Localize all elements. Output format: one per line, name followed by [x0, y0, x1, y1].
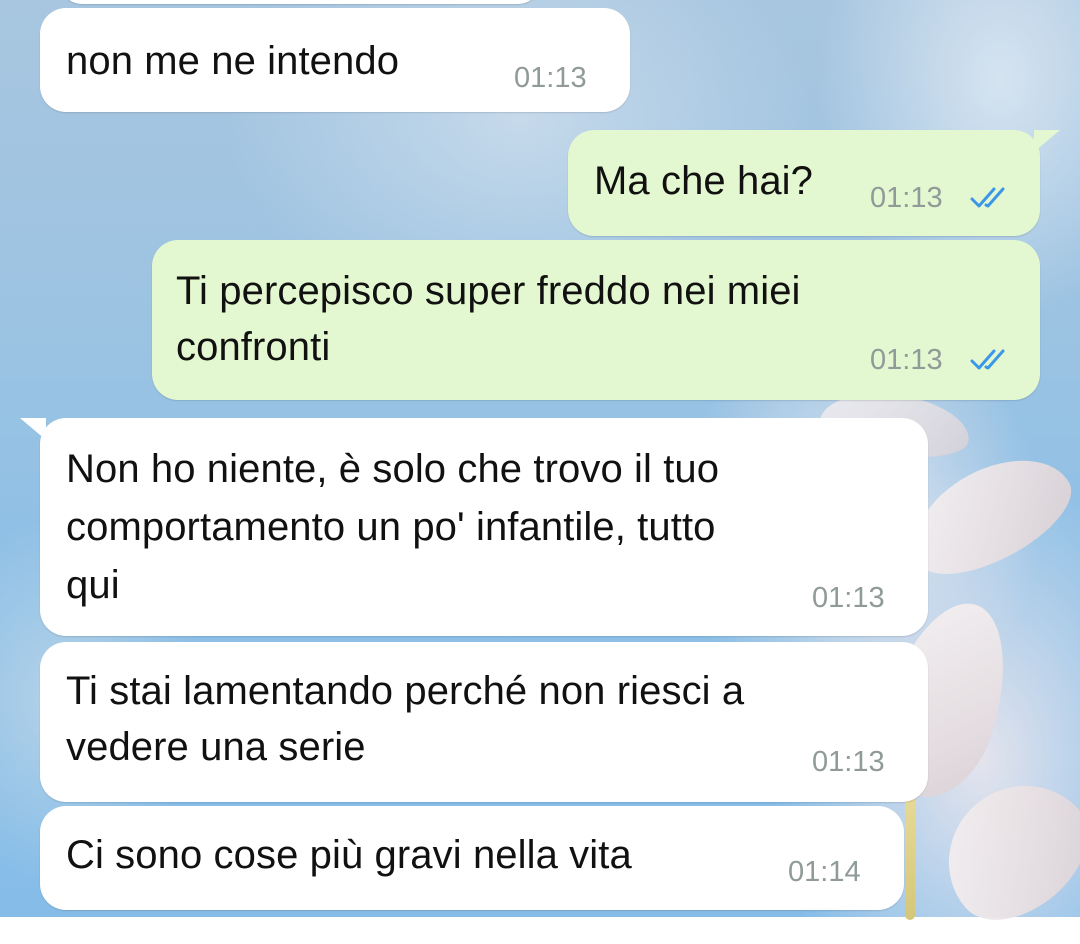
previous-message-bubble-edge[interactable] [60, 0, 540, 4]
message-text-line: qui [66, 563, 120, 607]
message-text: Ci sono cose più gravi nella vita [66, 833, 632, 877]
bubble-tail [1034, 130, 1060, 152]
message-bubble-incoming[interactable]: Non ho niente, è solo che trovo il tuo c… [40, 418, 928, 636]
message-text: Ma che hai? [594, 159, 814, 203]
message-timestamp: 01:14 [788, 856, 861, 888]
message-timestamp: 01:13 [870, 182, 943, 214]
message-timestamp: 01:13 [514, 62, 587, 94]
message-text: non me ne intendo [66, 39, 400, 83]
message-text-line: Ti percepisco super freddo nei miei [176, 269, 801, 313]
message-timestamp: 01:13 [812, 582, 885, 614]
message-bubble-incoming[interactable]: non me ne intendo 01:13 [40, 8, 630, 112]
double-check-icon [970, 187, 1005, 208]
double-check-icon [970, 349, 1005, 370]
message-text-line: confronti [176, 325, 331, 369]
message-bubble-outgoing[interactable]: Ti percepisco super freddo nei miei conf… [152, 240, 1040, 400]
message-text-line: Ti stai lamentando perché non riesci a [66, 669, 745, 713]
message-text-line: vedere una serie [66, 725, 366, 769]
message-text-line: comportamento un po' infantile, tutto [66, 505, 716, 549]
message-bubble-outgoing[interactable]: Ma che hai? 01:13 [568, 130, 1040, 236]
message-bubble-incoming[interactable]: Ti stai lamentando perché non riesci a v… [40, 642, 928, 802]
message-bubble-incoming[interactable]: Ci sono cose più gravi nella vita 01:14 [40, 806, 904, 910]
message-timestamp: 01:13 [870, 344, 943, 376]
message-text-line: Non ho niente, è solo che trovo il tuo [66, 447, 720, 491]
message-timestamp: 01:13 [812, 746, 885, 778]
